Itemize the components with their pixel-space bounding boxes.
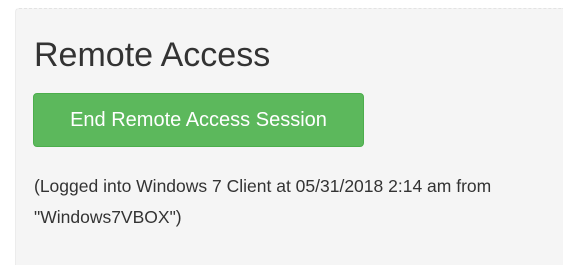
end-remote-access-session-button[interactable]: End Remote Access Session [33, 93, 364, 147]
session-info-text: (Logged into Windows 7 Client at 05/31/2… [34, 176, 492, 227]
remote-access-panel: Remote Access End Remote Access Session … [15, 8, 563, 265]
panel-title: Remote Access [34, 36, 271, 74]
